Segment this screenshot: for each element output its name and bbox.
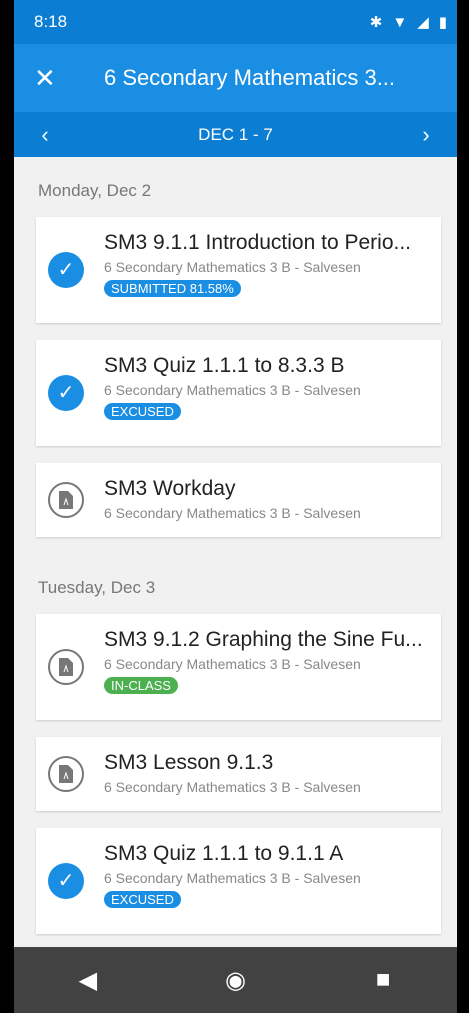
item-title: SM3 Workday (104, 477, 236, 500)
check-icon: ✓ (48, 863, 84, 899)
check-icon: ✓ (48, 375, 84, 411)
chevron-right-icon[interactable]: › (411, 122, 441, 148)
list-item[interactable]: ✓ SM3 9.1.1 Introduction to Perio... 6 S… (36, 217, 441, 323)
list-item[interactable]: ✓ SM3 Quiz 1.1.1 to 8.3.3 B 6 Secondary … (36, 340, 441, 446)
app-bar: ✕ 6 Secondary Mathematics 3... (14, 44, 457, 112)
status-badge: EXCUSED (104, 403, 181, 420)
item-title: SM3 9.1.2 Graphing the Sine Fu... (104, 628, 423, 651)
status-icons: ✱ ▼ ◢ ▮ (369, 13, 447, 32)
bluetooth-icon: ✱ (369, 14, 383, 31)
document-icon (48, 482, 84, 518)
status-badge: IN-CLASS (104, 677, 178, 694)
list-item[interactable]: SM3 Lesson 9.1.3 6 Secondary Mathematics… (36, 737, 441, 811)
document-icon (48, 756, 84, 792)
status-badge: EXCUSED (104, 891, 181, 908)
phone-screen: 8:18 ✱ ▼ ◢ ▮ ✕ 6 Secondary Mathematics 3… (14, 0, 457, 1013)
item-course: 6 Secondary Mathematics 3 B - Salvesen (104, 505, 361, 521)
check-icon: ✓ (48, 252, 84, 288)
item-course: 6 Secondary Mathematics 3 B - Salvesen (104, 779, 361, 795)
status-badge: SUBMITTED 81.58% (104, 280, 241, 297)
week-navigator: ‹ DEC 1 - 7 › (14, 112, 457, 157)
item-course: 6 Secondary Mathematics 3 B - Salvesen (104, 656, 361, 672)
list-item[interactable]: ✓ SM3 Quiz 1.1.1 to 9.1.1 A 6 Secondary … (36, 828, 441, 934)
item-course: 6 Secondary Mathematics 3 B - Salvesen (104, 259, 361, 275)
status-bar: 8:18 ✱ ▼ ◢ ▮ (14, 0, 457, 44)
back-icon[interactable]: ◀ (58, 966, 118, 995)
list-item[interactable]: SM3 9.1.2 Graphing the Sine Fu... 6 Seco… (36, 614, 441, 720)
list-item[interactable]: SM3 Workday 6 Secondary Mathematics 3 B … (36, 463, 441, 537)
battery-icon: ▮ (438, 14, 447, 31)
page-title: 6 Secondary Mathematics 3... (104, 65, 396, 90)
status-time: 8:18 (34, 12, 68, 31)
document-icon (48, 649, 84, 685)
week-label: DEC 1 - 7 (198, 124, 273, 144)
close-icon[interactable]: ✕ (34, 63, 74, 94)
chevron-left-icon[interactable]: ‹ (30, 122, 60, 148)
item-course: 6 Secondary Mathematics 3 B - Salvesen (104, 870, 361, 886)
day-header: Monday, Dec 2 (38, 181, 152, 200)
wifi-icon: ▼ (392, 13, 408, 31)
item-course: 6 Secondary Mathematics 3 B - Salvesen (104, 382, 361, 398)
system-nav-bar: ◀ ◉ ■ (14, 947, 457, 1013)
item-title: SM3 9.1.1 Introduction to Perio... (104, 231, 412, 254)
item-title: SM3 Quiz 1.1.1 to 8.3.3 B (104, 354, 345, 377)
item-title: SM3 Quiz 1.1.1 to 9.1.1 A (104, 842, 344, 865)
signal-icon: ◢ (417, 14, 429, 31)
home-icon[interactable]: ◉ (205, 966, 265, 995)
recents-icon[interactable]: ■ (353, 966, 413, 994)
day-header: Tuesday, Dec 3 (38, 578, 156, 597)
item-title: SM3 Lesson 9.1.3 (104, 751, 274, 774)
